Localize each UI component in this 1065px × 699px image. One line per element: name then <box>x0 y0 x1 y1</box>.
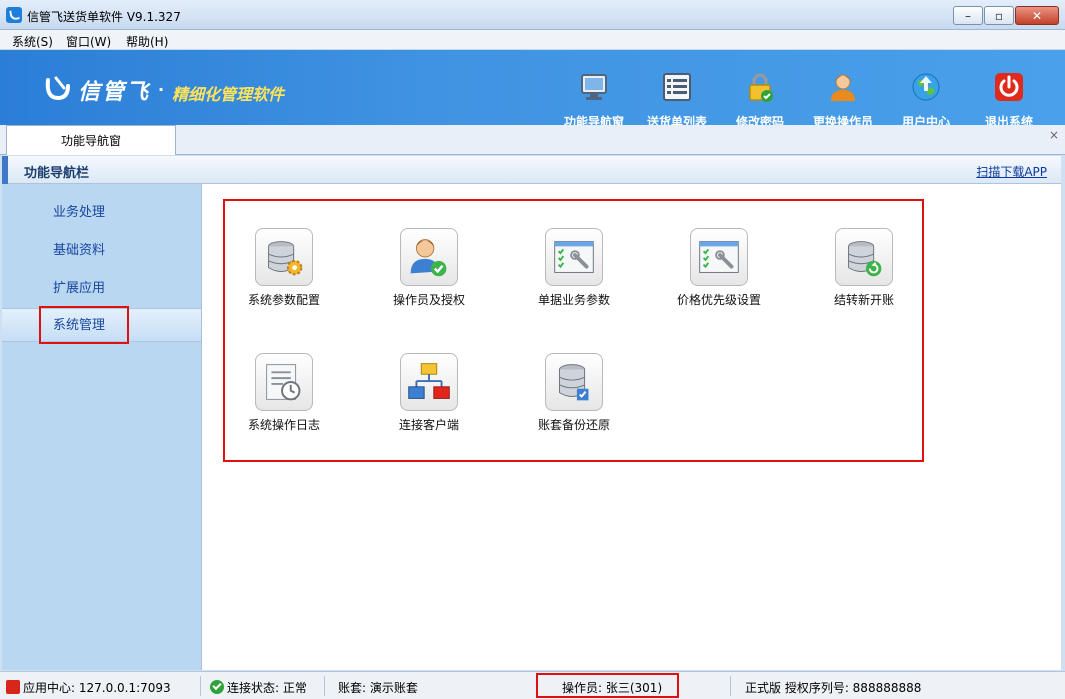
database-refresh-icon <box>848 241 882 277</box>
menu-system[interactable]: 系统(S) <box>12 33 53 50</box>
function-label: 结转新开账 <box>833 293 894 307</box>
function-system-params[interactable]: 系统参数配置 <box>229 228 339 308</box>
list-icon <box>663 73 691 101</box>
tab-close-icon[interactable]: × <box>1049 128 1059 142</box>
window-title: 信管飞送货单软件 V9.1.327 <box>27 10 181 24</box>
tile <box>835 228 893 286</box>
nav-header-accent <box>2 156 8 184</box>
status-divider <box>200 676 201 696</box>
function-label: 单据业务参数 <box>537 293 610 307</box>
tile <box>400 228 458 286</box>
status-connection-text: 连接状态: 正常 <box>227 681 307 695</box>
tile <box>545 228 603 286</box>
power-icon <box>995 73 1023 101</box>
function-label: 价格优先级设置 <box>676 293 761 307</box>
maximize-icon: ▫ <box>994 9 1004 23</box>
tile <box>400 353 458 411</box>
user-check-icon <box>410 239 447 277</box>
status-bar: 应用中心: 127.0.0.1:7093 连接状态: 正常 账套: 演示账套 操… <box>0 671 1065 699</box>
connection-ok-icon <box>210 680 224 694</box>
menu-help[interactable]: 帮助(H) <box>126 33 168 50</box>
function-label: 连接客户端 <box>398 418 459 432</box>
network-icon <box>408 363 450 399</box>
status-account: 账套: 演示账套 <box>338 681 418 695</box>
function-backup-restore[interactable]: 账套备份还原 <box>519 353 629 433</box>
download-app-link[interactable]: 扫描下载APP <box>976 163 1047 180</box>
database-check-icon <box>559 364 589 401</box>
tile <box>255 353 313 411</box>
status-connection: 连接状态: 正常 <box>210 679 307 696</box>
tile <box>255 228 313 286</box>
close-icon: ✕ <box>1031 9 1043 23</box>
sidebar-item-extensions[interactable]: 扩展应用 <box>2 272 201 306</box>
settings-window-icon <box>699 241 739 273</box>
close-button[interactable]: ✕ <box>1015 6 1059 25</box>
highlight-sidebar-selection <box>39 306 129 344</box>
status-divider <box>730 676 731 696</box>
nav-header-title: 功能导航栏 <box>24 166 90 181</box>
app-logo-icon <box>6 7 22 23</box>
database-gear-icon <box>268 241 303 276</box>
status-divider <box>324 676 325 696</box>
sidebar-item-basic-data[interactable]: 基础资料 <box>2 234 201 268</box>
function-label: 系统操作日志 <box>247 418 320 432</box>
monitor-icon <box>581 74 607 100</box>
toolbar-exit-system[interactable]: 退出系统 <box>971 58 1047 129</box>
window-controls: – ▫ ✕ <box>952 6 1059 25</box>
brand-logo-icon <box>45 76 70 101</box>
minimize-button[interactable]: – <box>953 6 983 25</box>
function-operation-log[interactable]: 系统操作日志 <box>229 353 339 433</box>
globe-icon <box>912 73 940 101</box>
status-app-center: 应用中心: 127.0.0.1:7093 <box>6 679 171 696</box>
sidebar: 业务处理 基础资料 扩展应用 系统管理 <box>2 184 201 670</box>
function-price-priority[interactable]: 价格优先级设置 <box>664 228 774 308</box>
toolbar-switch-operator[interactable]: 更换操作员 <box>805 58 881 129</box>
minimize-icon: – <box>965 9 971 23</box>
user-icon <box>831 74 855 101</box>
highlight-operator <box>536 673 679 698</box>
app-center-icon <box>6 680 20 694</box>
function-panel: 系统参数配置 操作员及授权 单据业务参数 价格优先级设置 结转新开账 系统操作日… <box>201 184 1061 670</box>
brand-slogan: 精细化管理软件 <box>172 85 285 104</box>
toolbar-user-center[interactable]: 用户中心 <box>888 58 964 129</box>
settings-window-icon <box>554 241 594 273</box>
function-carry-forward[interactable]: 结转新开账 <box>809 228 919 308</box>
sidebar-item-business[interactable]: 业务处理 <box>2 196 201 230</box>
function-label: 操作员及授权 <box>392 293 465 307</box>
function-operator-auth[interactable]: 操作员及授权 <box>374 228 484 308</box>
menu-window[interactable]: 窗口(W) <box>66 33 111 50</box>
status-app-center-text: 应用中心: 127.0.0.1:7093 <box>23 681 171 695</box>
toolbar-delivery-list[interactable]: 送货单列表 <box>639 58 715 129</box>
brand-separator: · <box>158 80 165 99</box>
nav-header: 功能导航栏 扫描下载APP <box>2 156 1061 184</box>
function-document-params[interactable]: 单据业务参数 <box>519 228 629 308</box>
status-license: 正式版 授权序列号: 888888888 <box>745 681 922 695</box>
toolbar-nav-window[interactable]: 功能导航窗 <box>556 58 632 129</box>
log-clock-icon <box>266 364 301 401</box>
title-bar: 信管飞送货单软件 V9.1.327 – ▫ ✕ <box>0 0 1065 30</box>
toolbar-change-password[interactable]: 修改密码 <box>722 58 798 129</box>
lock-icon <box>749 73 773 102</box>
function-label: 账套备份还原 <box>537 418 610 432</box>
function-label: 系统参数配置 <box>247 293 320 307</box>
tile <box>545 353 603 411</box>
menu-bar: 系统(S) 窗口(W) 帮助(H) <box>0 30 1065 50</box>
brand-name: 信管飞 <box>78 80 151 105</box>
function-connect-client[interactable]: 连接客户端 <box>374 353 484 433</box>
tile <box>690 228 748 286</box>
maximize-button[interactable]: ▫ <box>984 6 1014 25</box>
tab-strip: 功能导航窗 × <box>0 125 1065 155</box>
header-banner: 信管飞 · 精细化管理软件 功能导航窗 送货单列表 修改密码 更换操作员 用户中… <box>0 50 1065 129</box>
tab-function-nav[interactable]: 功能导航窗 <box>6 125 176 155</box>
